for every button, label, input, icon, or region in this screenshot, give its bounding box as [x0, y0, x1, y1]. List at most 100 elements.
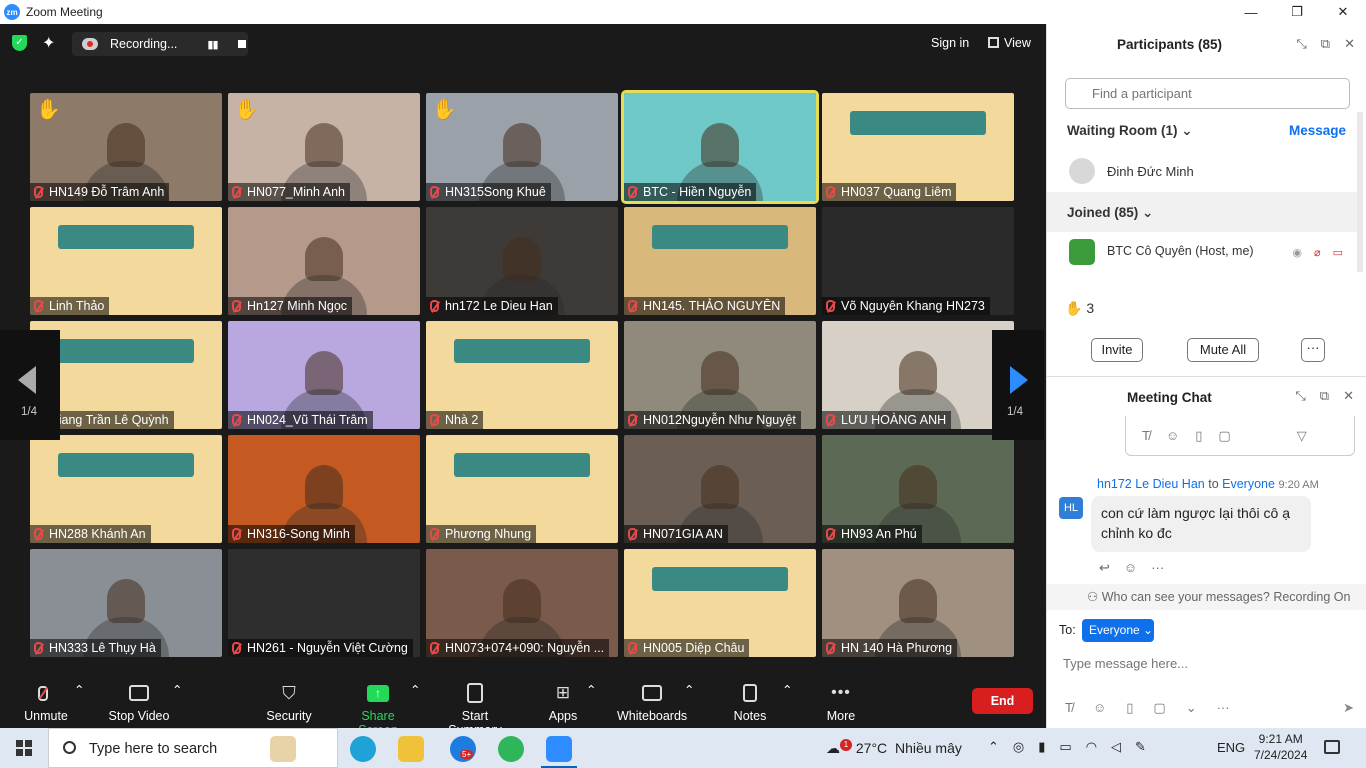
- stop-recording-button[interactable]: [237, 40, 246, 48]
- participant-video-tile[interactable]: HN93 An Phú: [822, 435, 1014, 543]
- show-hidden-icons-icon[interactable]: ⌃: [988, 739, 999, 755]
- participant-video-tile[interactable]: ✋ HN315Song Khuê: [426, 93, 618, 201]
- edge-browser-icon[interactable]: [350, 736, 376, 762]
- minimize-chat-icon[interactable]: ⤡: [1295, 388, 1305, 404]
- notes-options-caret[interactable]: ⌃: [782, 682, 792, 697]
- participant-video-tile[interactable]: hn172 Le Dieu Han: [426, 207, 618, 315]
- notifications-icon[interactable]: [1324, 740, 1340, 754]
- next-page-button[interactable]: 1/4: [992, 330, 1044, 440]
- message-visibility-notice[interactable]: ⚇ Who can see your messages? Recording O…: [1047, 584, 1366, 610]
- sign-in-button[interactable]: Sign in: [931, 36, 969, 50]
- participant-video-tile[interactable]: Hn127 Minh Ngọc: [228, 207, 420, 315]
- participant-video-tile[interactable]: Phương Nhung: [426, 435, 618, 543]
- ai-companion-icon[interactable]: ✦: [42, 33, 55, 53]
- restore-button[interactable]: ❐: [1274, 0, 1320, 24]
- apps-options-caret[interactable]: ⌃: [586, 682, 596, 697]
- view-button[interactable]: View: [988, 36, 1031, 50]
- end-meeting-button[interactable]: End: [972, 688, 1033, 714]
- chrome-zalo-icon[interactable]: [498, 736, 524, 762]
- mute-all-button[interactable]: Mute All: [1187, 338, 1259, 362]
- apps-button[interactable]: ⊞ Apps: [548, 682, 578, 723]
- pen-icon[interactable]: ✎: [1135, 739, 1146, 755]
- security-button[interactable]: ⛉ Security: [266, 682, 312, 724]
- participant-video-tile[interactable]: HN261 - Nguyễn Việt Cường: [228, 549, 420, 657]
- whiteboard-options-caret[interactable]: ⌃: [684, 682, 694, 697]
- pop-out-icon[interactable]: ⧉: [1321, 36, 1330, 52]
- volume-icon[interactable]: ◁: [1111, 739, 1121, 755]
- host-participant-row[interactable]: BTC Cô Quyên (Host, me) ◉ ⌀ ▭: [1047, 232, 1357, 272]
- format-text-icon[interactable]: T̸: [1065, 700, 1073, 716]
- audio-options-caret[interactable]: ⌃: [74, 682, 84, 697]
- meet-now-icon[interactable]: ◎: [1013, 739, 1024, 755]
- joined-section-header[interactable]: Joined (85) ⌄: [1047, 192, 1357, 232]
- waiting-participant-row[interactable]: Đinh Đức Minh: [1047, 152, 1357, 190]
- filter-icon[interactable]: ▽: [1297, 428, 1307, 444]
- emoji-icon[interactable]: ☺: [1166, 428, 1179, 443]
- unmute-button[interactable]: Unmute: [24, 682, 68, 723]
- participant-video-tile[interactable]: HN 140 Hà Phương: [822, 549, 1014, 657]
- file-icon[interactable]: ▯: [1195, 428, 1202, 444]
- emoji-icon[interactable]: ☺: [1093, 700, 1106, 716]
- minimize-panel-icon[interactable]: ⤡: [1296, 36, 1306, 52]
- pop-out-chat-icon[interactable]: ⧉: [1320, 388, 1329, 404]
- more-participant-options-button[interactable]: ···: [1301, 338, 1325, 362]
- microphone-icon[interactable]: ▮: [1038, 739, 1045, 755]
- wifi-icon[interactable]: ◠: [1086, 739, 1097, 755]
- reply-icon[interactable]: ↩: [1099, 560, 1110, 576]
- video-off-icon[interactable]: ▭: [1333, 246, 1343, 259]
- participant-video-tile[interactable]: HN145. THẢO NGUYÊN: [624, 207, 816, 315]
- waiting-room-header[interactable]: Waiting Room (1) ⌄: [1067, 123, 1193, 139]
- invite-button[interactable]: Invite: [1091, 338, 1143, 362]
- close-window-button[interactable]: ✕: [1320, 0, 1366, 24]
- participant-video-tile[interactable]: ✋ HN077_Minh Anh: [228, 93, 420, 201]
- participant-video-tile[interactable]: Võ Nguyên Khang HN273: [822, 207, 1014, 315]
- waiting-room-message-link[interactable]: Message: [1289, 123, 1346, 138]
- minimize-button[interactable]: —: [1228, 0, 1274, 24]
- send-icon[interactable]: ➤: [1343, 700, 1354, 716]
- participant-video-tile[interactable]: HN024_Vũ Thái Trâm: [228, 321, 420, 429]
- participant-video-tile[interactable]: Nhà 2: [426, 321, 618, 429]
- participant-video-tile[interactable]: HN012Nguyễn Như Nguyệt: [624, 321, 816, 429]
- chat-message-input[interactable]: [1055, 650, 1355, 676]
- participant-video-tile[interactable]: HN288 Khánh An: [30, 435, 222, 543]
- participant-video-tile[interactable]: LƯU HOÀNG ANH: [822, 321, 1014, 429]
- participant-search-input[interactable]: [1065, 78, 1350, 109]
- close-chat-icon[interactable]: ✕: [1343, 388, 1354, 404]
- windows-start-icon[interactable]: [16, 740, 32, 756]
- microphone-muted-icon[interactable]: ⌀: [1314, 246, 1321, 259]
- participant-video-tile[interactable]: HN333 Lê Thụy Hà: [30, 549, 222, 657]
- close-panel-icon[interactable]: ✕: [1344, 36, 1355, 52]
- participant-video-tile[interactable]: HN071GIA AN: [624, 435, 816, 543]
- more-actions-icon[interactable]: ···: [1151, 560, 1164, 576]
- clock[interactable]: 9:21 AM 7/24/2024: [1254, 731, 1307, 763]
- encryption-shield-icon[interactable]: ✓: [12, 35, 27, 51]
- participant-video-tile[interactable]: HN316-Song Minh: [228, 435, 420, 543]
- whiteboards-button[interactable]: Whiteboards: [617, 682, 687, 723]
- stop-video-button[interactable]: Stop Video: [108, 682, 170, 723]
- participant-video-tile[interactable]: Linh Thảo: [30, 207, 222, 315]
- screenshot-icon[interactable]: ▢: [1218, 428, 1230, 444]
- more-button[interactable]: ••• More: [826, 682, 856, 723]
- widget-image-icon[interactable]: [270, 736, 296, 762]
- weather-widget[interactable]: ☁ 1 27°C Nhiều mây: [826, 739, 962, 757]
- participant-video-tile[interactable]: HN037 Quang Liêm: [822, 93, 1014, 201]
- recipient-select[interactable]: Everyone ⌄: [1082, 619, 1154, 642]
- input-language[interactable]: ENG: [1217, 740, 1245, 755]
- format-text-icon[interactable]: T̸: [1142, 428, 1150, 443]
- battery-icon[interactable]: ▭: [1059, 739, 1071, 755]
- zoom-app-icon[interactable]: [546, 736, 572, 762]
- file-explorer-icon[interactable]: [398, 736, 424, 762]
- sender-name[interactable]: hn172 Le Dieu Han: [1097, 477, 1205, 491]
- participants-scrollbar[interactable]: [1357, 112, 1363, 272]
- pause-recording-button[interactable]: ▮▮: [207, 38, 218, 51]
- share-options-caret[interactable]: ⌃: [410, 682, 420, 697]
- participant-video-tile[interactable]: HN005 Diệp Châu: [624, 549, 816, 657]
- add-reaction-icon[interactable]: ☺: [1124, 560, 1137, 576]
- participant-video-tile[interactable]: BTC - Hiền Nguyễn: [621, 90, 819, 204]
- video-options-caret[interactable]: ⌃: [172, 682, 182, 697]
- screenshot-options-caret[interactable]: ⌄: [1186, 700, 1197, 716]
- participant-video-tile[interactable]: HN073+074+090: Nguyễn ...: [426, 549, 618, 657]
- previous-page-button[interactable]: 1/4: [0, 330, 60, 440]
- participant-video-tile[interactable]: ✋ HN149 Đỗ Trâm Anh: [30, 93, 222, 201]
- screenshot-icon[interactable]: ▢: [1153, 700, 1165, 716]
